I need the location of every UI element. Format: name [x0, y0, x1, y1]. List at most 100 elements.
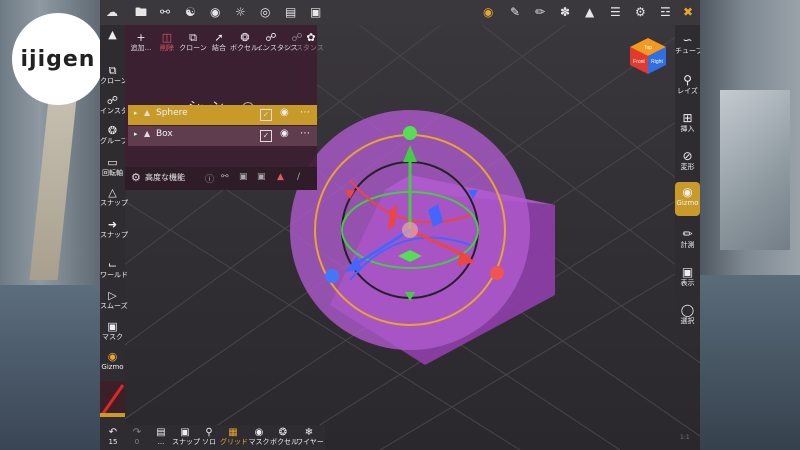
pen-icon[interactable]: ✎: [510, 5, 520, 19]
box-icon[interactable]: ▣: [239, 172, 248, 182]
gizmo-scale-x[interactable]: [490, 266, 504, 280]
mask-toggle[interactable]: ◉ マスク: [248, 427, 270, 447]
object-checkbox[interactable]: ✓: [260, 109, 272, 121]
more-icon[interactable]: ⋯: [300, 128, 310, 139]
ruler-icon: ✏: [682, 227, 693, 241]
video-icon[interactable]: ▣: [257, 172, 266, 182]
eye-icon[interactable]: ◉: [280, 128, 289, 139]
right-tool-select-label: 選択: [680, 317, 695, 325]
nav-cube-right-label: Right: [651, 59, 663, 65]
home-icon[interactable]: ☁: [106, 5, 118, 19]
snap-label: スナップ: [172, 438, 200, 446]
left-tool-pivot-label: 回転軸: [102, 169, 123, 177]
color-swatch-slider[interactable]: [100, 381, 125, 417]
layers-icon[interactable]: ☰: [610, 5, 621, 19]
grid-toggle[interactable]: ▦ グリッド: [220, 427, 248, 447]
right-tool-select[interactable]: ◯ 選択: [675, 303, 700, 325]
right-tool-layers[interactable]: ⚲ レイズ: [675, 73, 700, 95]
pin-button[interactable]: ✿: [305, 31, 317, 44]
left-tool-mask[interactable]: ▣ マスク: [100, 320, 125, 342]
chevron-icon[interactable]: ▸: [134, 130, 138, 138]
sliders-icon[interactable]: ☲: [660, 5, 671, 19]
right-tool-view[interactable]: ▣ 表示: [675, 265, 700, 287]
gear-icon[interactable]: ⚙: [131, 171, 141, 184]
lasso-icon: ◯: [680, 303, 695, 317]
right-tool-measure[interactable]: ✏ 計測: [675, 227, 700, 249]
group-icon: ❂: [107, 124, 118, 137]
right-tool-insert[interactable]: ⊞ 挿入: [675, 111, 700, 133]
object-cube-icon: ▲: [144, 129, 151, 138]
lock-icon: ▭: [107, 156, 118, 169]
right-tool-tube[interactable]: ∽ チューブ: [675, 33, 700, 55]
image-icon[interactable]: ▤: [285, 5, 296, 19]
sun-icon[interactable]: ☼: [235, 5, 246, 19]
left-tool-move[interactable]: ▲: [100, 29, 125, 41]
help-icon[interactable]: ⓘ: [205, 172, 214, 185]
video-icon[interactable]: ▣: [310, 5, 321, 19]
left-tool-smooth-label: スムーズ: [100, 302, 128, 310]
chevron-icon[interactable]: ▸: [134, 109, 138, 117]
eye-icon[interactable]: ◉: [280, 107, 289, 118]
world-axis-icon: ⌙: [107, 258, 118, 271]
gear-icon[interactable]: ⚙: [635, 5, 646, 19]
share-icon[interactable]: ☯: [185, 5, 196, 19]
share-icon[interactable]: ⚯: [221, 172, 229, 182]
grid-icon: ▦: [228, 427, 238, 438]
bottom-toolbar: ↶ 15 ↷ 0 ▤ ... ▣ スナップ ⚲ ソロ ▦ グリッド ◉ マスク …: [100, 425, 325, 450]
redo-button[interactable]: ↷ 0: [130, 427, 144, 447]
save-button[interactable]: ▤ ...: [154, 427, 168, 447]
right-tool-gizmo[interactable]: ◉ Gizmo: [675, 182, 700, 216]
slash-icon[interactable]: ∕: [297, 172, 300, 182]
left-tool-pivot[interactable]: ▭ 回転軸: [100, 156, 125, 178]
wire-toggle[interactable]: ❄ ワイヤー: [296, 427, 324, 447]
left-tool-snap-2[interactable]: ➜ スナップ: [100, 219, 128, 240]
left-tool-world[interactable]: ⌙ ワールド: [100, 258, 128, 280]
scene-object-row[interactable]: ▸ ▲ Sphere ✓ ◉ ⋯: [128, 105, 317, 125]
brush-icon[interactable]: ✏: [535, 5, 545, 19]
play-box-icon: ▷: [108, 289, 117, 302]
scene-object-row[interactable]: ▸ ▲ Box ✓ ◉ ⋯: [128, 126, 317, 146]
navigation-cube[interactable]: Top Front Right: [628, 36, 668, 76]
object-cube-icon: ▲: [144, 108, 151, 117]
render-icon[interactable]: ◎: [260, 5, 270, 19]
advanced-features-bar: ⚙ 高度な機能 ⓘ ⚯ ▣ ▣ ▲ ∕: [125, 167, 317, 190]
voxel-toggle[interactable]: ❂ ボクセル: [270, 427, 298, 447]
shape-icon[interactable]: ▲: [585, 5, 594, 19]
gizmo-scale-z[interactable]: [325, 269, 339, 283]
solo-toggle[interactable]: ⚲ ソロ: [200, 427, 218, 447]
snap-toggle[interactable]: ▣ スナップ: [172, 427, 200, 447]
redo-icon: ↷: [132, 427, 142, 438]
folder-icon[interactable]: 🖿: [135, 5, 147, 19]
gizmo-icon[interactable]: ◉: [483, 5, 493, 19]
mask-icon: ▣: [107, 320, 118, 333]
left-tool-mask-label: マスク: [102, 333, 123, 341]
snap-triangle-icon: △: [108, 186, 117, 199]
globe-icon[interactable]: ◉: [210, 5, 220, 19]
wire-icon: ❄: [304, 427, 314, 438]
gizmo-center[interactable]: [402, 222, 418, 238]
undo-button[interactable]: ↶ 15: [106, 427, 120, 447]
left-tool-group[interactable]: ❂ グループ: [100, 124, 128, 146]
left-tool-clone[interactable]: ⧉ クローン: [100, 65, 128, 86]
left-tool-smooth[interactable]: ▷ スムーズ: [100, 289, 128, 311]
left-tool-world-label: ワールド: [100, 271, 128, 279]
left-tool-instance[interactable]: ☍ インスタンス: [100, 94, 142, 116]
undo-icon: ↶: [108, 427, 118, 438]
more-icon[interactable]: ⋯: [300, 107, 310, 118]
link-icon: ☍: [106, 94, 119, 107]
gizmo-scale-y[interactable]: [403, 126, 417, 140]
warning-icon[interactable]: ▲: [277, 172, 284, 182]
left-tool-instance-label: インスタンス: [100, 107, 142, 115]
left-tool-gizmo[interactable]: ◉ Gizmo: [100, 351, 125, 372]
object-checkbox[interactable]: ✓: [260, 130, 272, 142]
right-tool-deform[interactable]: ⊘ 変形: [675, 149, 700, 171]
hierarchy-icon[interactable]: ⚯: [160, 5, 170, 19]
redo-count: 0: [134, 438, 140, 446]
tools-icon[interactable]: ✖: [683, 5, 693, 19]
voxel-icon: ❂: [278, 427, 288, 438]
left-tool-snap-1[interactable]: △ スナップ: [100, 186, 128, 208]
voxel-label: ボクセル: [270, 438, 298, 446]
sculpt-icon[interactable]: ✽: [560, 5, 570, 19]
right-tool-deform-label: 変形: [680, 163, 695, 171]
advanced-features-label[interactable]: 高度な機能: [145, 172, 185, 183]
